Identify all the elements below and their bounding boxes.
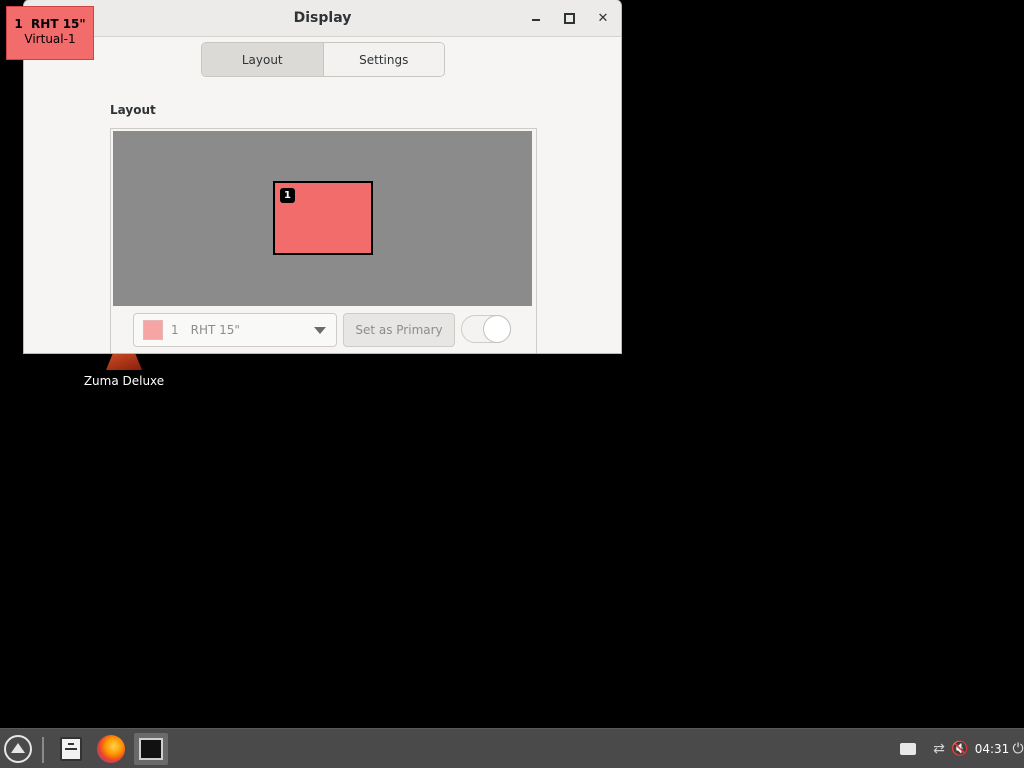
set-as-primary-button[interactable]: Set as Primary <box>343 313 455 347</box>
tab-settings[interactable]: Settings <box>323 43 444 76</box>
start-menu-button[interactable] <box>2 733 34 765</box>
minimize-icon <box>532 19 540 21</box>
printer-icon <box>900 743 916 755</box>
network-icon: ⇄ <box>933 741 945 757</box>
monitor-select-number: 1 <box>171 323 179 337</box>
osd-monitor-number: 1 <box>14 17 23 31</box>
terminal-icon <box>139 738 163 760</box>
desktop-icon-zuma-deluxe[interactable]: Zuma Deluxe <box>78 348 170 388</box>
toggle-knob <box>484 316 510 342</box>
monitor-enabled-toggle[interactable] <box>461 315 511 343</box>
file-manager-icon <box>60 737 82 761</box>
monitor-1-preview[interactable]: 1 <box>273 181 373 255</box>
layout-canvas[interactable]: 1 <box>113 131 532 306</box>
monitor-identification-label: 1 RHT 15" Virtual-1 <box>6 6 94 60</box>
osd-monitor-title: 1 RHT 15" <box>7 17 93 31</box>
taskbar-separator <box>42 737 44 763</box>
network-tray-button[interactable]: ⇄ <box>928 729 950 768</box>
desktop: Zuma Deluxe Display ✕ Layout Settings La… <box>0 0 1024 768</box>
close-icon: ✕ <box>597 10 609 26</box>
start-menu-icon <box>4 735 32 763</box>
file-manager-launcher[interactable] <box>56 733 86 765</box>
power-icon: ⏻ <box>1012 741 1024 757</box>
osd-connector-name: Virtual-1 <box>24 32 76 46</box>
firefox-launcher[interactable] <box>94 733 128 765</box>
monitor-number-badge: 1 <box>280 188 295 203</box>
layout-frame: 1 1 RHT 15" Set as Primary <box>110 128 537 353</box>
firefox-icon <box>97 735 125 763</box>
close-button[interactable]: ✕ <box>593 9 613 27</box>
clock[interactable]: 04:31 <box>974 729 1010 768</box>
tab-bar: Layout Settings <box>201 42 445 77</box>
monitor-controls: 1 RHT 15" Set as Primary <box>111 313 536 347</box>
title-bar[interactable]: Display ✕ <box>24 0 621 37</box>
maximize-icon <box>563 12 575 24</box>
volume-tray-button[interactable]: 🔇 <box>950 729 970 768</box>
chevron-down-icon <box>314 327 326 334</box>
volume-muted-icon: 🔇 <box>951 741 969 757</box>
monitor-select-dropdown[interactable]: 1 RHT 15" <box>133 313 337 347</box>
minimize-button[interactable] <box>526 9 546 27</box>
layout-section-heading: Layout <box>110 103 156 117</box>
printer-tray-button[interactable] <box>900 729 922 768</box>
terminal-launcher[interactable] <box>134 733 168 765</box>
maximize-button[interactable] <box>559 9 579 27</box>
osd-monitor-name: RHT 15" <box>31 17 86 31</box>
desktop-icon-label: Zuma Deluxe <box>83 374 165 388</box>
logout-button[interactable]: ⏻ <box>1012 729 1024 768</box>
tab-layout[interactable]: Layout <box>202 43 324 76</box>
taskbar: ⇄ 🔇 04:31 ⏻ <box>0 728 1024 768</box>
monitor-color-swatch <box>143 320 163 340</box>
display-window: Display ✕ Layout Settings Layout 1 1 RHT… <box>24 0 621 353</box>
monitor-select-name: RHT 15" <box>190 323 240 337</box>
